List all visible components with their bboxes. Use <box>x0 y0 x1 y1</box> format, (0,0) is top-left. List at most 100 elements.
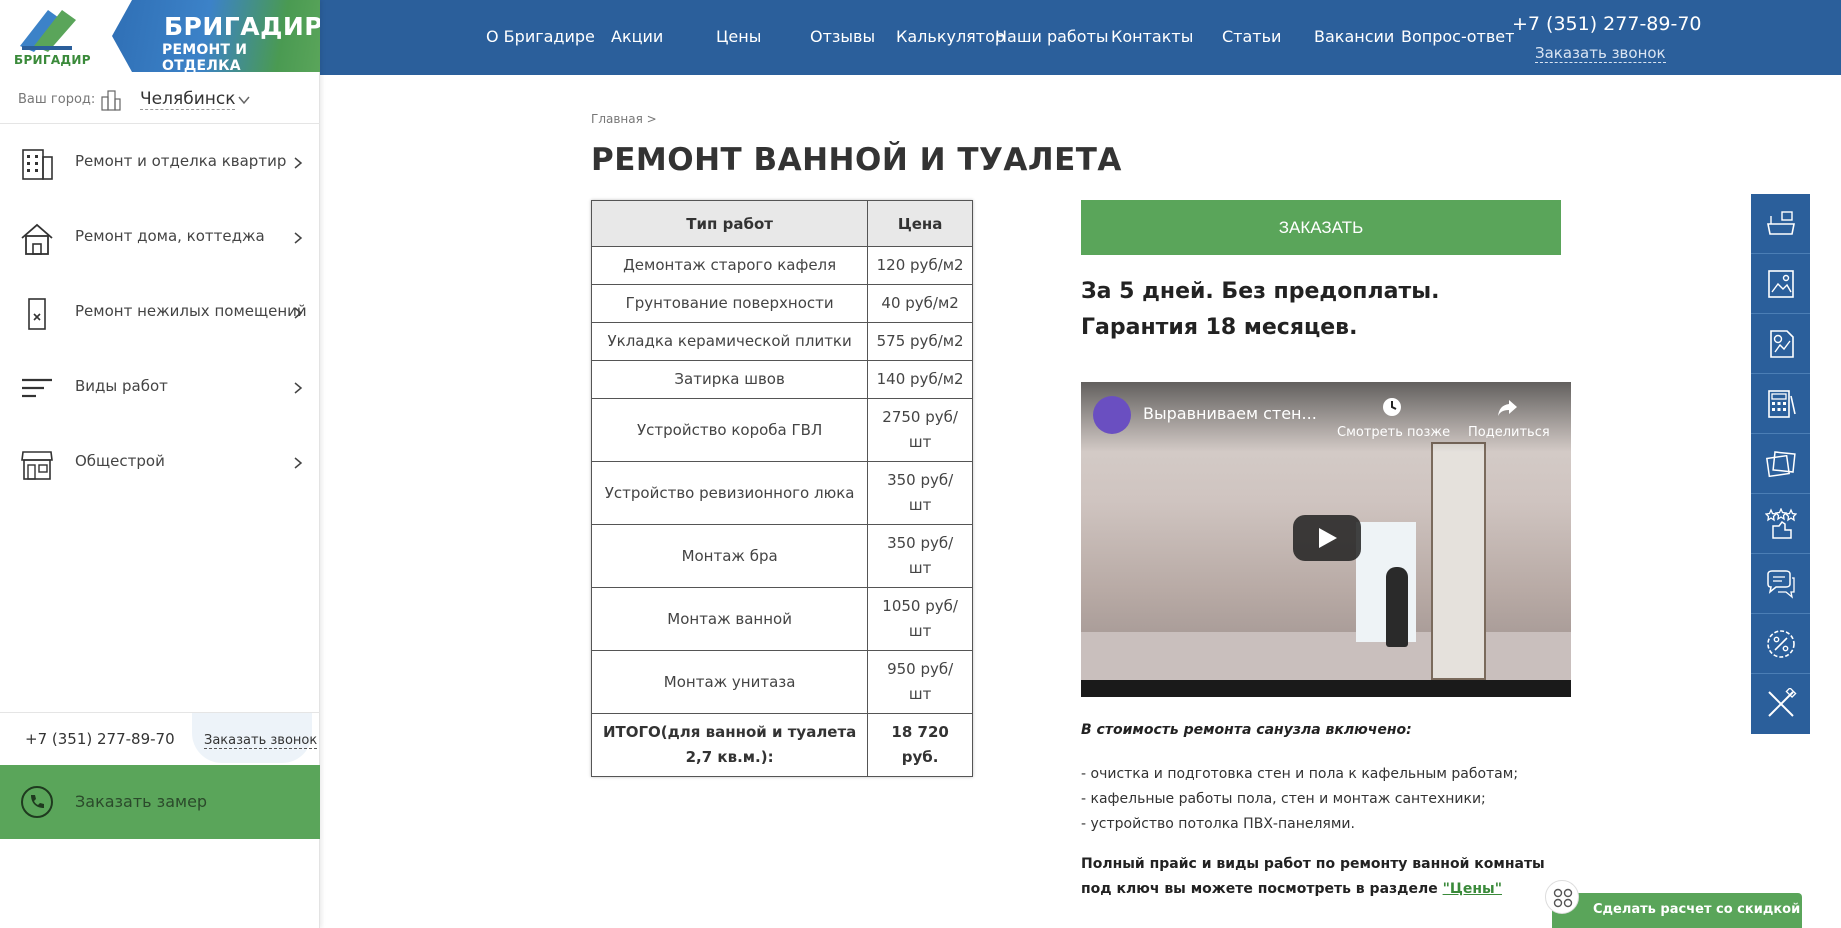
widget-icon[interactable] <box>1545 880 1579 914</box>
discount-calc-button[interactable]: Сделать расчет со скидкой <box>1552 893 1802 928</box>
share-icon[interactable] <box>1496 396 1518 418</box>
office-door-icon <box>28 298 46 330</box>
price-cell: 575 руб/м2 <box>867 322 973 361</box>
prices-link[interactable]: "Цены" <box>1443 881 1502 897</box>
table-total-row: ИТОГО(для ванной и туалета 2,7 кв.м.): 18… <box>590 713 973 777</box>
city-name[interactable]: Челябинск <box>140 89 236 110</box>
nav-link-vacancies[interactable]: Вакансии <box>1314 27 1394 46</box>
rail-discounts[interactable] <box>1751 614 1810 674</box>
sidebar-item-label: Ремонт дома, коттеджа <box>75 227 265 245</box>
video-floor <box>1081 632 1571 680</box>
sidebar-item-label: Виды работ <box>75 377 168 395</box>
breadcrumb[interactable]: Главная > <box>591 112 657 126</box>
video-person <box>1386 567 1408 647</box>
right-rail <box>1751 194 1810 734</box>
work-type-cell: Устройство короба ГВЛ <box>590 398 869 462</box>
order-measure-button[interactable]: Заказать замер <box>0 765 320 839</box>
sidebar-item-work-types[interactable]: Виды работ <box>0 350 320 425</box>
work-type-cell: Грунтование поверхности <box>590 284 869 323</box>
nav-link-faq[interactable]: Вопрос-ответ <box>1401 27 1514 46</box>
play-button[interactable] <box>1293 515 1361 561</box>
sidebar-menu: Ремонт и отделка квартир Ремонт дома, ко… <box>0 125 320 500</box>
work-type-cell: Демонтаж старого кафеля <box>590 246 869 285</box>
phone-icon <box>21 786 53 818</box>
brand-title: БРИГАДИР <box>164 12 324 41</box>
header-call-link[interactable]: Заказать звонок <box>1535 44 1666 63</box>
rail-chat[interactable] <box>1751 554 1810 614</box>
work-type-cell: Укладка керамической плитки <box>590 322 869 361</box>
brand-banner: БРИГАДИР РЕМОНТ И ОТДЕЛКА <box>112 0 320 72</box>
watch-later-label[interactable]: Смотреть позже <box>1337 425 1450 440</box>
share-label[interactable]: Поделиться <box>1468 425 1550 440</box>
video-title[interactable]: Выравниваем стен... <box>1143 404 1317 423</box>
sidebar-item-label: Ремонт нежилых помещений <box>75 302 307 320</box>
included-title: В стоимость ремонта санузла включено: <box>1081 722 1412 738</box>
chevron-right-icon <box>294 232 303 244</box>
reviews-stars-icon <box>1765 508 1797 539</box>
video-player[interactable]: Выравниваем стен... Смотреть позже Подел… <box>1081 382 1571 697</box>
house-icon <box>21 223 53 255</box>
clock-icon[interactable] <box>1381 396 1403 418</box>
sidebar-item-commercial[interactable]: Ремонт нежилых помещений <box>0 275 320 350</box>
nav-link-about[interactable]: О Бригадире <box>486 27 595 46</box>
table-row: Демонтаж старого кафеля 120 руб/м2 <box>590 246 973 285</box>
table-row: Монтаж ванной 1050 руб/шт <box>590 587 973 651</box>
chat-icon <box>1767 570 1795 599</box>
sidebar-item-label: Общестрой <box>75 452 165 470</box>
city-selector[interactable]: Ваш город: Челябинск <box>0 80 320 124</box>
sidebar-phone[interactable]: +7 (351) 277-89-70 <box>25 730 175 748</box>
chevron-right-icon <box>294 457 303 469</box>
chart-document-icon <box>1770 330 1794 358</box>
chevron-right-icon <box>294 307 303 319</box>
header-work-type: Тип работ <box>590 200 869 247</box>
price-cell: 2750 руб/шт <box>867 398 973 462</box>
chevron-down-icon[interactable] <box>238 94 250 106</box>
total-price-cell: 18 720 руб. <box>867 713 973 777</box>
play-icon <box>1319 528 1337 548</box>
order-button[interactable]: ЗАКАЗАТЬ <box>1081 200 1561 255</box>
rail-photos[interactable] <box>1751 434 1810 494</box>
nav-link-our-works[interactable]: Наши работы <box>995 27 1109 46</box>
city-label: Ваш город: <box>18 92 96 107</box>
rail-calculator[interactable] <box>1751 374 1810 434</box>
rail-gallery[interactable] <box>1751 254 1810 314</box>
logo-roller-icon <box>20 10 76 52</box>
rail-estimate[interactable] <box>1751 314 1810 374</box>
nav-link-articles[interactable]: Статьи <box>1222 27 1281 46</box>
price-cell: 140 руб/м2 <box>867 360 973 399</box>
nav-link-calculator[interactable]: Калькулятор <box>896 27 1005 46</box>
nav-link-reviews[interactable]: Отзывы <box>810 27 875 46</box>
sidebar-item-apartments[interactable]: Ремонт и отделка квартир <box>0 125 320 200</box>
sidebar: БРИГАДИР БРИГАДИР РЕМОНТ И ОТДЕЛКА Ваш г… <box>0 0 320 928</box>
sidebar-item-construction[interactable]: Общестрой <box>0 425 320 500</box>
table-row: Укладка керамической плитки 575 руб/м2 <box>590 322 973 361</box>
table-row: Грунтование поверхности 40 руб/м2 <box>590 284 973 323</box>
sidebar-item-house[interactable]: Ремонт дома, коттеджа <box>0 200 320 275</box>
rail-tools[interactable] <box>1751 674 1810 734</box>
work-type-cell: Монтаж бра <box>590 524 869 588</box>
top-nav: О Бригадире Акции Цены Отзывы Калькулято… <box>320 0 1841 75</box>
apartment-building-icon <box>22 149 53 180</box>
list-item: - устройство потолка ПВХ-панелями. <box>1081 816 1355 832</box>
price-cell: 950 руб/шт <box>867 650 973 714</box>
list-item: - очистка и подготовка стен и пола к каф… <box>1081 766 1519 782</box>
nav-link-promos[interactable]: Акции <box>611 27 663 46</box>
chevron-right-icon <box>294 382 303 394</box>
price-cell: 350 руб/шт <box>867 461 973 525</box>
table-header-row: Тип работ Цена <box>590 200 973 247</box>
table-row: Монтаж бра 350 руб/шт <box>590 524 973 588</box>
header-phone[interactable]: +7 (351) 277-89-70 <box>1512 13 1702 35</box>
price-cell: 1050 руб/шт <box>867 587 973 651</box>
sidebar-call-link[interactable]: Заказать звонок <box>204 733 318 749</box>
nav-link-prices[interactable]: Цены <box>716 27 761 46</box>
nav-link-contacts[interactable]: Контакты <box>1111 27 1193 46</box>
price-cell: 120 руб/м2 <box>867 246 973 285</box>
table-row: Затирка швов 140 руб/м2 <box>590 360 973 399</box>
rail-bathroom[interactable] <box>1751 194 1810 254</box>
work-type-cell: Затирка швов <box>590 360 869 399</box>
tools-icon <box>1768 688 1797 717</box>
rail-reviews[interactable] <box>1751 494 1810 554</box>
channel-avatar[interactable] <box>1093 396 1131 434</box>
sidebar-contact: +7 (351) 277-89-70 Заказать звонок <box>0 712 320 764</box>
logo[interactable]: БРИГАДИР БРИГАДИР РЕМОНТ И ОТДЕЛКА <box>0 0 320 72</box>
